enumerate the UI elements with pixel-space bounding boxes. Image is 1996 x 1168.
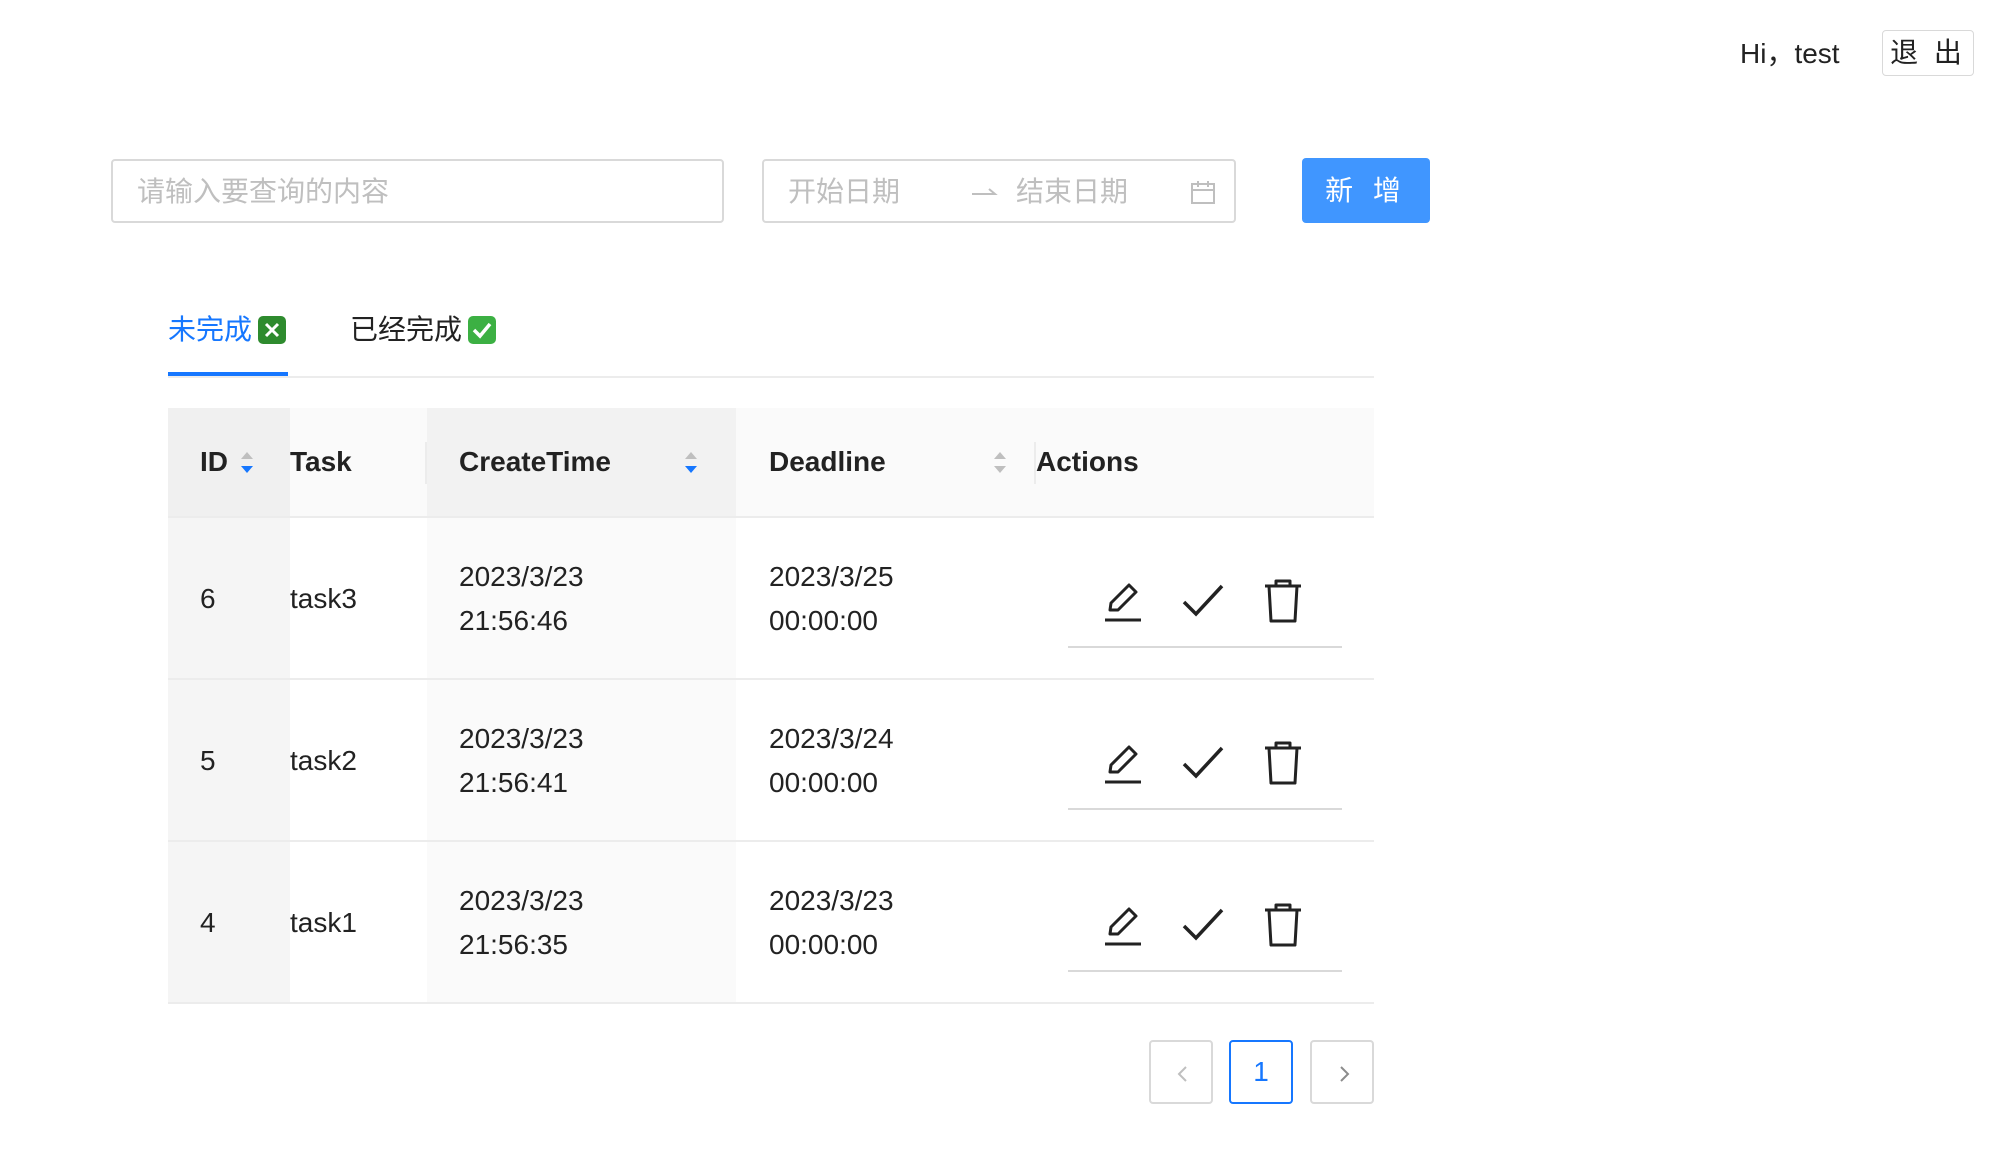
cell-deadline: 2023/3/25 00:00:00	[736, 518, 1036, 678]
tab-active-indicator	[168, 372, 288, 376]
header-cell-id[interactable]: ID	[168, 408, 290, 516]
pagination-prev-button[interactable]	[1149, 1040, 1213, 1104]
tab-bar: 未完成 已经完成	[168, 300, 1374, 378]
cell-task: task3	[290, 518, 427, 678]
edit-icon[interactable]	[1098, 900, 1148, 950]
header-cell-actions: Actions	[1036, 408, 1374, 516]
sort-icon[interactable]	[238, 448, 256, 478]
logout-button[interactable]: 退 出	[1882, 30, 1974, 76]
delete-icon[interactable]	[1258, 576, 1308, 626]
delete-icon[interactable]	[1258, 900, 1308, 950]
row-deadline-time: 00:00:00	[769, 767, 878, 798]
end-date-placeholder: 结束日期	[1016, 176, 1129, 207]
edit-icon[interactable]	[1098, 576, 1148, 626]
cell-actions	[1036, 680, 1374, 840]
edit-icon[interactable]	[1098, 738, 1148, 788]
sort-icon[interactable]	[991, 448, 1009, 478]
tab-completed[interactable]: 已经完成	[350, 310, 497, 350]
delete-icon[interactable]	[1258, 738, 1308, 788]
greeting: Hi，test	[1740, 38, 1840, 69]
row-id: 4	[200, 907, 216, 938]
row-create-date: 2023/3/23	[459, 561, 584, 592]
row-actions	[1068, 576, 1342, 648]
column-header-createtime: CreateTime	[459, 446, 612, 477]
search-placeholder: 请输入要查询的内容	[137, 176, 390, 207]
tab-incomplete[interactable]: 未完成	[168, 310, 287, 350]
column-header-actions: Actions	[1036, 446, 1139, 477]
column-header-task: Task	[290, 446, 352, 477]
add-button[interactable]: 新 增	[1302, 158, 1430, 223]
header-cell-task: Task	[290, 408, 427, 516]
row-deadline-time: 00:00:00	[769, 605, 878, 636]
row-task: task2	[290, 745, 357, 776]
pagination-next-button[interactable]	[1310, 1040, 1374, 1104]
cell-task: task2	[290, 680, 427, 840]
cell-deadline: 2023/3/24 00:00:00	[736, 680, 1036, 840]
table-row: 5 task2 2023/3/23 21:56:41 2023/3/24 00:…	[168, 680, 1374, 842]
cell-createtime: 2023/3/23 21:56:46	[427, 518, 736, 678]
row-deadline-date: 2023/3/24	[769, 723, 894, 754]
row-actions	[1068, 738, 1342, 810]
column-header-id: ID	[200, 446, 228, 477]
row-deadline-date: 2023/3/23	[769, 885, 894, 916]
row-create-time: 21:56:35	[459, 929, 568, 960]
calendar-icon	[1191, 181, 1215, 204]
table-row: 6 task3 2023/3/23 21:56:46 2023/3/25 00:…	[168, 518, 1374, 680]
cell-id: 4	[168, 842, 290, 1002]
row-deadline-date: 2023/3/25	[769, 561, 894, 592]
cell-task: task1	[290, 842, 427, 1002]
check-icon[interactable]	[1178, 576, 1228, 626]
row-actions	[1068, 900, 1342, 972]
row-task: task1	[290, 907, 357, 938]
task-table: ID Task CreateTime Deadline Actions 6 ta…	[168, 408, 1374, 1004]
row-task: task3	[290, 583, 357, 614]
cell-id: 6	[168, 518, 290, 678]
check-icon[interactable]	[1178, 900, 1228, 950]
row-id: 6	[200, 583, 216, 614]
row-id: 5	[200, 745, 216, 776]
row-create-time: 21:56:46	[459, 605, 568, 636]
table-row: 4 task1 2023/3/23 21:56:35 2023/3/23 00:…	[168, 842, 1374, 1004]
cell-actions	[1036, 842, 1374, 1002]
arrow-right-icon	[972, 188, 998, 195]
row-deadline-time: 00:00:00	[769, 929, 878, 960]
cell-deadline: 2023/3/23 00:00:00	[736, 842, 1036, 1002]
chevron-right-icon	[1340, 1066, 1350, 1082]
tab-label: 已经完成	[350, 314, 463, 345]
header-cell-createtime[interactable]: CreateTime	[427, 408, 736, 516]
search-input[interactable]: 请输入要查询的内容	[111, 159, 724, 223]
cell-createtime: 2023/3/23 21:56:35	[427, 842, 736, 1002]
cell-actions	[1036, 518, 1374, 678]
check-mark-emoji-icon	[468, 316, 497, 344]
cell-createtime: 2023/3/23 21:56:41	[427, 680, 736, 840]
tab-label: 未完成	[168, 314, 253, 345]
header-cell-deadline[interactable]: Deadline	[736, 408, 1036, 516]
row-create-date: 2023/3/23	[459, 723, 584, 754]
chevron-left-icon	[1177, 1066, 1187, 1082]
start-date-placeholder: 开始日期	[788, 176, 901, 207]
row-create-date: 2023/3/23	[459, 885, 584, 916]
cross-mark-emoji-icon	[258, 316, 287, 344]
pagination-page[interactable]: 1	[1229, 1040, 1293, 1104]
sort-icon[interactable]	[682, 448, 700, 478]
date-range-picker[interactable]: 开始日期 结束日期	[762, 159, 1236, 223]
row-create-time: 21:56:41	[459, 767, 568, 798]
table-header: ID Task CreateTime Deadline Actions	[168, 408, 1374, 518]
cell-id: 5	[168, 680, 290, 840]
check-icon[interactable]	[1178, 738, 1228, 788]
column-header-deadline: Deadline	[769, 446, 886, 477]
